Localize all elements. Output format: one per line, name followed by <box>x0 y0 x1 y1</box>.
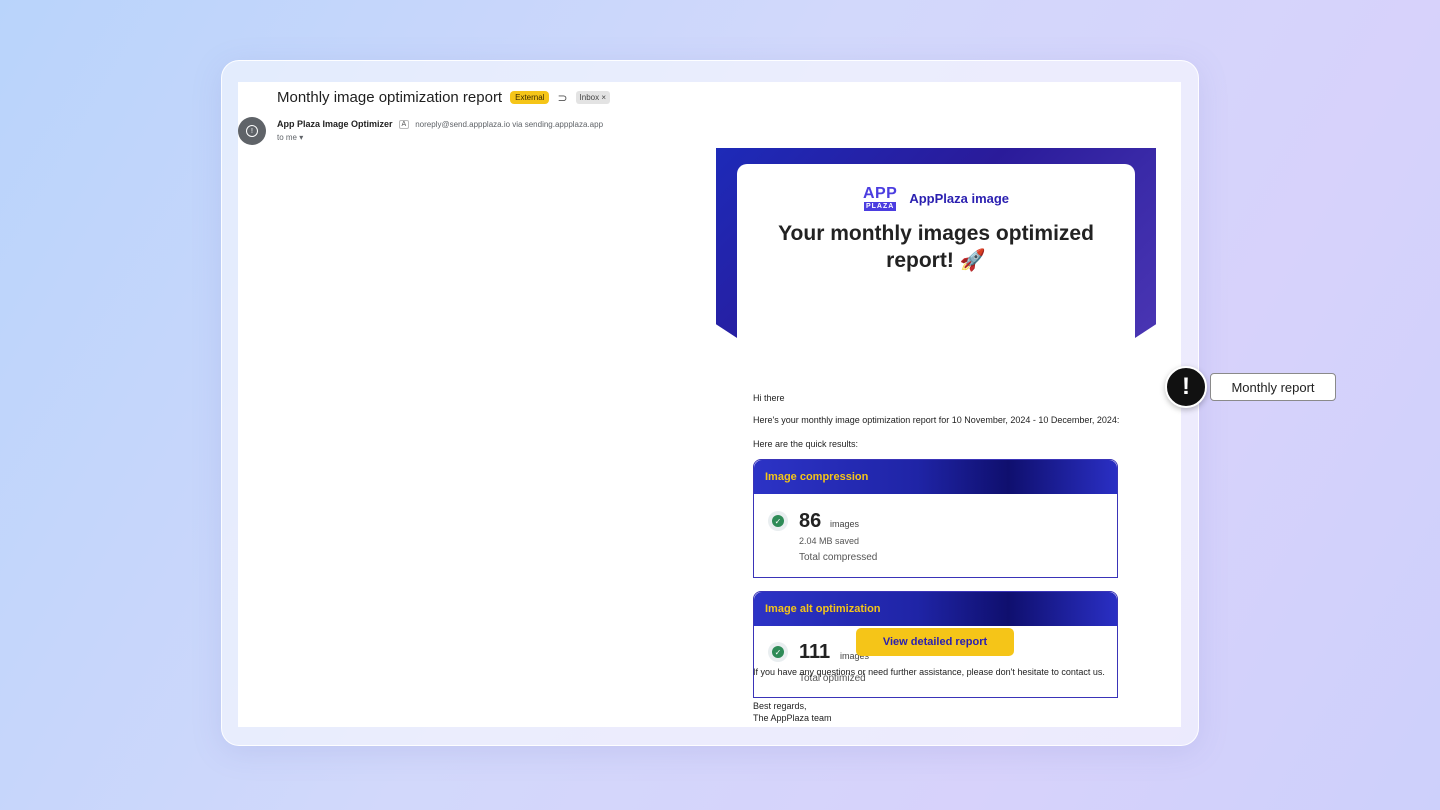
brand-name: AppPlaza image <box>909 191 1010 206</box>
regards-text: Best regards, <box>753 701 807 711</box>
compression-title: Image compression <box>754 460 1117 494</box>
questions-text: If you have any questions or need furthe… <box>753 667 1105 677</box>
greeting-text: Hi there <box>753 393 785 403</box>
report-headline: Your monthly images optimized report! 🚀 <box>778 222 1094 272</box>
subject-row: Monthly image optimization report Extern… <box>277 89 610 106</box>
intro-text: Here's your monthly image optimization r… <box>753 415 1120 425</box>
brand-header: APP PLAZA AppPlaza image <box>737 186 1135 211</box>
compressed-unit: images <box>830 519 860 529</box>
email-subject: Monthly image optimization report <box>277 89 503 106</box>
total-compressed-label: Total compressed <box>799 552 878 563</box>
logo-text-top: APP <box>862 185 898 202</box>
monthly-report-tooltip: Monthly report <box>1210 373 1336 401</box>
email-viewer: Monthly image optimization report Extern… <box>238 82 1181 727</box>
view-detailed-report-button[interactable]: View detailed report <box>856 628 1014 656</box>
logo-text-bottom: PLAZA <box>863 202 897 211</box>
appplaza-logo: APP PLAZA <box>863 186 897 211</box>
saved-size: 2.04 MB saved <box>799 536 860 546</box>
sender-name: App Plaza Image Optimizer <box>277 119 393 129</box>
external-badge: External <box>510 91 550 104</box>
sender-avatar: ! <box>238 117 266 145</box>
alert-icon[interactable]: ! <box>1165 366 1207 408</box>
info-icon: ! <box>246 125 258 137</box>
compressed-count: 86 <box>799 510 822 532</box>
alt-optimization-title: Image alt optimization <box>754 592 1117 626</box>
check-circle-icon: ✓ <box>768 511 788 531</box>
inbox-label-chip[interactable]: Inbox × <box>575 91 610 104</box>
compression-box: Image compression ✓ 86 images 2.04 MB sa… <box>753 459 1118 578</box>
sender-row: App Plaza Image Optimizer A noreply@send… <box>277 119 603 129</box>
optimized-count: 111 <box>799 641 831 663</box>
translate-icon[interactable]: A <box>398 119 410 129</box>
label-icon[interactable]: ⊃ <box>557 91 567 105</box>
sender-email: noreply@send.appplaza.io via sending.app… <box>415 119 604 129</box>
team-signature: The AppPlaza team <box>753 713 832 723</box>
quick-results-text: Here are the quick results: <box>753 439 859 449</box>
recipient-dropdown[interactable]: to me ▾ <box>277 133 303 142</box>
check-circle-icon: ✓ <box>768 642 788 662</box>
